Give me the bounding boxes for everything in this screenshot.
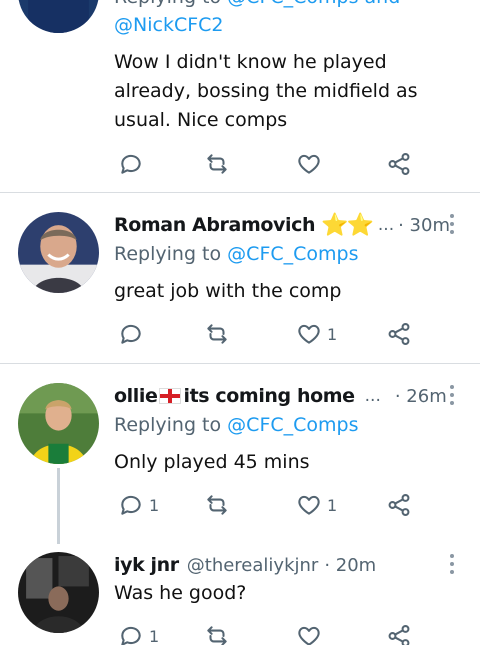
- retweet-icon: [207, 626, 227, 645]
- reply-icon: [121, 324, 141, 344]
- share-icon: [388, 625, 410, 645]
- more-options-icon[interactable]: [445, 212, 459, 236]
- tweet-actions: [114, 148, 414, 180]
- reply-icon: [121, 626, 141, 645]
- tweet-actions: 1: [114, 318, 414, 350]
- share-icon: [388, 323, 410, 345]
- reply-button[interactable]: 1: [118, 489, 159, 521]
- star-emoji: ⭐⭐: [321, 212, 374, 238]
- reply-user-link[interactable]: @NickCFC2: [114, 14, 224, 36]
- retweet-button[interactable]: [204, 318, 230, 350]
- share-button[interactable]: [386, 489, 412, 521]
- reply-context: Replying to @CFC_Comps: [114, 414, 359, 436]
- avatar[interactable]: [18, 383, 99, 464]
- reply-context-2: @NickCFC2: [114, 14, 224, 36]
- timestamp[interactable]: · 30m: [398, 215, 450, 236]
- share-icon: [388, 153, 410, 175]
- tweet-actions: 1: [114, 620, 414, 645]
- like-button[interactable]: 1: [296, 318, 337, 350]
- display-name[interactable]: iyk jnr: [114, 554, 179, 576]
- england-flag-icon: [159, 388, 182, 404]
- avatar[interactable]: [18, 212, 99, 293]
- reply-prefix: Replying to: [114, 243, 222, 265]
- more-options-icon[interactable]: [445, 552, 459, 576]
- share-button[interactable]: [386, 318, 412, 350]
- thread-line: [57, 468, 60, 544]
- retweet-icon: [207, 324, 227, 344]
- heart-icon: [298, 495, 320, 515]
- name-ellipsis: ...: [377, 215, 395, 235]
- user-handle[interactable]: @therealiykjnr: [187, 555, 319, 576]
- avatar[interactable]: [18, 0, 99, 33]
- tweet-text: great job with the comp: [114, 280, 342, 302]
- timestamp[interactable]: · 26m: [395, 386, 447, 407]
- retweet-icon: [207, 495, 227, 515]
- heart-icon: [298, 324, 320, 344]
- display-name-suffix[interactable]: its coming home: [183, 385, 355, 407]
- more-options-icon[interactable]: [445, 383, 459, 407]
- name-ellipsis: ...: [364, 386, 381, 406]
- tweet-text: Was he good?: [114, 582, 247, 604]
- share-button[interactable]: [386, 148, 412, 180]
- tweet-header: Roman Abramovich ⭐⭐ ... · 30m: [114, 210, 450, 240]
- share-button[interactable]: [386, 620, 412, 645]
- retweet-button[interactable]: [204, 489, 230, 521]
- reply-button[interactable]: 1: [118, 620, 159, 645]
- display-name[interactable]: ollie: [114, 385, 158, 407]
- tweet-actions: 1 1: [114, 489, 414, 521]
- reply-user-link[interactable]: @CFC_Comps and: [227, 0, 400, 8]
- reply-prefix: Replying to: [114, 0, 221, 8]
- reply-user-link[interactable]: @CFC_Comps: [227, 243, 358, 265]
- display-name[interactable]: Roman Abramovich: [114, 214, 315, 236]
- reply-user-link[interactable]: @CFC_Comps: [227, 414, 358, 436]
- reply-button[interactable]: [118, 148, 144, 180]
- reply-count: 1: [149, 495, 160, 515]
- reply-count: 1: [149, 626, 160, 645]
- tweet-divider: [0, 363, 480, 364]
- tweet-header: iyk jnr @therealiykjnr · 20m: [114, 550, 376, 580]
- reply-icon: [121, 495, 141, 515]
- tweet-text: Wow I didn't know he played already, bos…: [114, 51, 418, 131]
- reply-context: Replying to @CFC_Comps: [114, 243, 359, 265]
- share-icon: [388, 494, 410, 516]
- timestamp[interactable]: · 20m: [324, 555, 376, 576]
- retweet-icon: [207, 154, 227, 174]
- heart-icon: [298, 626, 320, 645]
- retweet-button[interactable]: [204, 148, 230, 180]
- like-button[interactable]: [296, 148, 322, 180]
- like-button[interactable]: 1: [296, 489, 337, 521]
- like-button[interactable]: [296, 620, 322, 645]
- retweet-button[interactable]: [204, 620, 230, 645]
- like-count: 1: [327, 324, 338, 344]
- heart-icon: [298, 154, 320, 174]
- reply-prefix: Replying to: [114, 414, 222, 436]
- reply-context: Replying to @CFC_Comps and: [114, 0, 400, 8]
- tweet-header: ollie its coming home ... · 26m: [114, 381, 447, 411]
- like-count: 1: [327, 495, 338, 515]
- tweet-text: Only played 45 mins: [114, 451, 310, 473]
- reply-button[interactable]: [118, 318, 149, 350]
- tweet-divider: [0, 192, 480, 193]
- avatar[interactable]: [18, 552, 99, 633]
- reply-icon: [121, 154, 141, 174]
